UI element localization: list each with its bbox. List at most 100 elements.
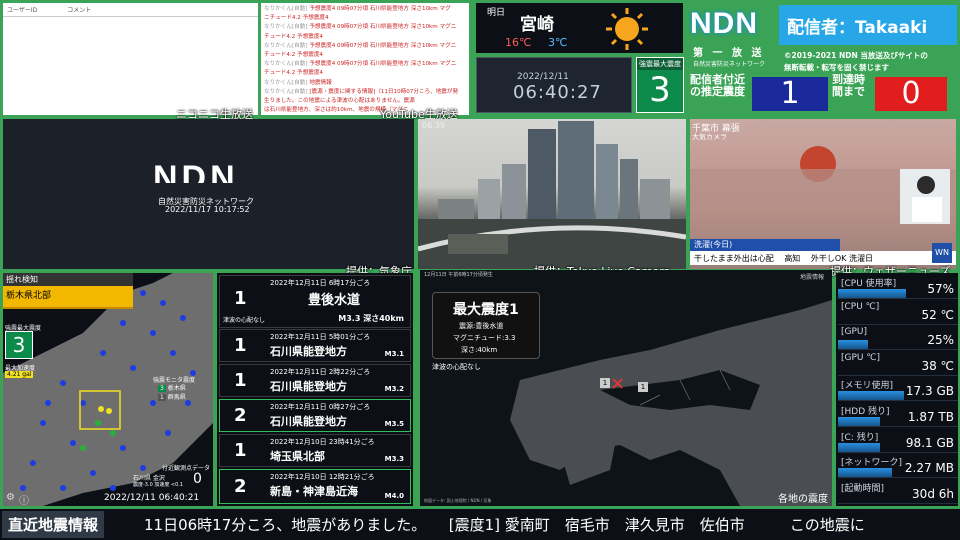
col-comment: コメント <box>67 7 92 14</box>
ndn-channel-name: 第 一 放 送 <box>693 48 765 59</box>
chat-text: チュード4.2 予想震度4 <box>264 33 323 40</box>
eq-info-epicenter: 震源:豊後水道 <box>459 322 504 330</box>
eq-row-intensity: 2 <box>234 405 247 426</box>
pc-stat-row: [ネットワーク] 2.27 MB <box>838 454 958 479</box>
eq-map-credit: 地図データ: 国土地理院 / NDN / 気象 <box>424 498 492 503</box>
sun-icon <box>606 8 648 50</box>
pc-stat-bar <box>838 340 868 350</box>
chat-text: 予想震度4 09時07分頃 石川県能登地方 深さ10km マグ <box>309 6 451 12</box>
eq-map-header-right: 地震情報 <box>799 274 824 281</box>
chat-author: なりかくん[自動] <box>264 6 310 12</box>
eq-row-mag: M3.3 <box>384 455 404 463</box>
comment-header: ユーザーID コメント <box>3 3 258 17</box>
logo-slash <box>155 183 267 189</box>
arrival-time-label: 到達時間まで <box>832 73 865 98</box>
city-skyline-image <box>418 121 686 269</box>
chat-line: ニチュード4.2 予想震度4 <box>264 14 466 23</box>
ticker-label: 直近地震情報 <box>2 511 105 538</box>
eq-row-mag: M3.2 <box>384 385 404 393</box>
host-label: 配信者：Takaaki <box>779 5 957 45</box>
chat-text: 予想震度4 09時07分頃 石川県能登地方 深さ10km マグニ <box>309 24 457 31</box>
eq-row-time: 2022年12月11日 0時27分ごろ <box>270 403 371 411</box>
info-icon[interactable]: ⓘ <box>19 492 29 506</box>
eq-row-time: 2022年12月10日 12時21分ごろ <box>270 473 375 481</box>
chat-author: なりかくん[自動] <box>264 61 310 68</box>
eq-latest[interactable]: 1 2022年12月11日 6時17分ごろ 豊後水道 津波の心配なし M3.3 … <box>219 275 411 328</box>
eq-info-box: 最大震度1 震源:豊後水道 マグニチュード:3.3 深さ:40km <box>432 292 540 359</box>
detection-header: 揺れ検知 栃木県北部 <box>3 273 133 309</box>
pc-stat-row: [起動時間] 30d 6h <box>838 479 958 504</box>
chat-line: なりかくん[自動] 予想震度4 09時07分頃 石川県能登地方 深さ10km マ… <box>264 60 466 69</box>
pc-stat-value: 38 ℃ <box>921 358 954 373</box>
weather-city: 宮崎 <box>520 15 554 35</box>
arrival-time-value: 0 <box>875 77 947 111</box>
chat-line: なりかくん[自動] [震源・震度に関する情報]（11日10時07分ころ、地震が発 <box>264 88 466 97</box>
weather-day-label: 明日 <box>487 8 506 18</box>
news-ticker: 直近地震情報 11日06時17分ころ、地震がありました。 [震度1] 愛南町 宿… <box>0 509 960 540</box>
chat-line: 生りました。この地震による津波の心配はありません。震源 <box>264 97 466 106</box>
col-user: ユーザーID <box>7 7 38 14</box>
pc-stat-value: 57% <box>927 282 954 296</box>
epicenter-icon: ✕ <box>610 374 626 395</box>
chat-list: なりかくん[自動] 予想震度4 09時07分頃 石川県能登地方 深さ10km マ… <box>261 3 469 115</box>
weather-camera-panel: 千葉市 幕張 大気カメラ 洗濯(今日) 干したまま外出は心配 高知 外干しOK … <box>690 119 956 269</box>
pc-stat-value: 1.87 TB <box>907 410 954 424</box>
chat-line: なりかくん[自動] 予想震度4 09時07分頃 石川県能登地方 深さ10km マ… <box>264 42 466 51</box>
eq-row-area: 新島・神津島近海 <box>270 485 358 498</box>
chat-text: 予想震度4 09時07分頃 石川県能登地方 深さ10km マグニ <box>309 42 457 49</box>
eq-row-intensity: 1 <box>234 370 247 391</box>
chat-line: チュード4.2 予想震度4 <box>264 33 466 42</box>
detection-region: 栃木県北部 <box>6 291 52 301</box>
near-station-label: 付近観測点データ <box>161 465 210 472</box>
pc-stat-row: [CPU ℃] 52 ℃ <box>838 300 958 325</box>
pc-stat-label: [メモリ使用] <box>841 381 894 392</box>
ndn-video-logo: NDN <box>153 159 239 197</box>
comment-panel: ユーザーID コメント <box>3 3 258 115</box>
chat-line: なりかくん[自動] 予想震度4 09時07分頃 石川県能登地方 深さ10km マ… <box>264 5 466 14</box>
eq-row[interactable]: 2 2022年12月10日 12時21分ごろ 新島・神津島近海 M4.0 <box>219 469 411 504</box>
eq-row-area: 石川県能登地方 <box>270 380 347 393</box>
eq-row[interactable]: 2 2022年12月11日 0時27分ごろ 石川県能登地方 M3.5 <box>219 399 411 432</box>
chat-text: チュード4.2 予想震度4 <box>264 70 323 77</box>
pc-stat-bar <box>838 417 880 426</box>
pc-stat-label: [HDD 残り] <box>841 407 890 417</box>
eq-row[interactable]: 1 2022年12月10日 23時41分ごろ 埼玉県北部 M3.3 <box>219 434 411 467</box>
chat-author: なりかくん[自動] <box>264 88 310 95</box>
eq-row-area: 石川県能登地方 <box>270 345 347 358</box>
eq-row[interactable]: 1 2022年12月11日 5時01分ごろ 石川県能登地方 M3.1 <box>219 329 411 362</box>
eq-row-intensity: 2 <box>234 476 247 497</box>
chat-text: [震源・震度に関する情報]（11日10時07分ころ、地震が発 <box>309 88 459 95</box>
chat-text: ニチュード4.2 予想震度4 <box>264 15 329 22</box>
eq-info-title: 最大震度1 <box>453 302 519 318</box>
max-intensity-title: 強震最大震度 <box>637 58 683 70</box>
weather-low-temp: 3℃ <box>548 36 568 49</box>
intensity-marker: 1 <box>638 382 648 392</box>
eq-row-mag: M3.5 <box>384 420 404 428</box>
pc-stat-label: [GPU ℃] <box>841 352 880 363</box>
legend-value-2: 1 <box>158 394 166 401</box>
eq-latest-mag: M3.3 深さ40km <box>338 314 404 323</box>
legend-row-2: 1 群馬県 <box>158 392 186 401</box>
intensity-marker: 1 <box>600 378 610 388</box>
eq-latest-tsunami: 津波の心配なし <box>223 317 266 324</box>
max-intensity-value: 3 <box>649 70 671 110</box>
clock-time: 06:40:27 <box>513 82 602 103</box>
eq-row-mag: M4.0 <box>384 492 404 500</box>
eq-row-area: 石川県能登地方 <box>270 415 347 428</box>
eq-row[interactable]: 1 2022年12月11日 2時22分ごろ 石川県能登地方 M3.2 <box>219 364 411 397</box>
eq-map-tsunami: 津波の心配なし <box>432 363 481 371</box>
kyoshin-acc-value: 4.21 gal <box>5 371 34 378</box>
pc-stat-label: [C: 残り] <box>841 432 879 443</box>
chat-author: なりかくん[自動] <box>264 24 310 31</box>
eq-latest-time: 2022年12月11日 6時17分ごろ <box>270 279 371 287</box>
eq-latest-intensity: 1 <box>234 288 247 309</box>
clock-date: 2022/12/11 <box>517 72 569 82</box>
eq-row-mag: M3.1 <box>384 350 404 358</box>
settings-icon[interactable]: ⚙ <box>6 492 15 503</box>
legend-row-1: 3 栃木県 <box>158 383 186 392</box>
pc-stat-row: [GPU ℃] 38 ℃ <box>838 351 958 376</box>
kyoshin-timestamp: 2022/12/11 06:40:21 <box>104 493 200 503</box>
pc-stat-value: 98.1 GB <box>905 435 954 450</box>
laundry-text-3: 外干しOK 洗濯日 <box>810 254 873 263</box>
youtube-chat-panel: なりかくん[自動] 予想震度4 09時07分頃 石川県能登地方 深さ10km マ… <box>261 3 469 115</box>
